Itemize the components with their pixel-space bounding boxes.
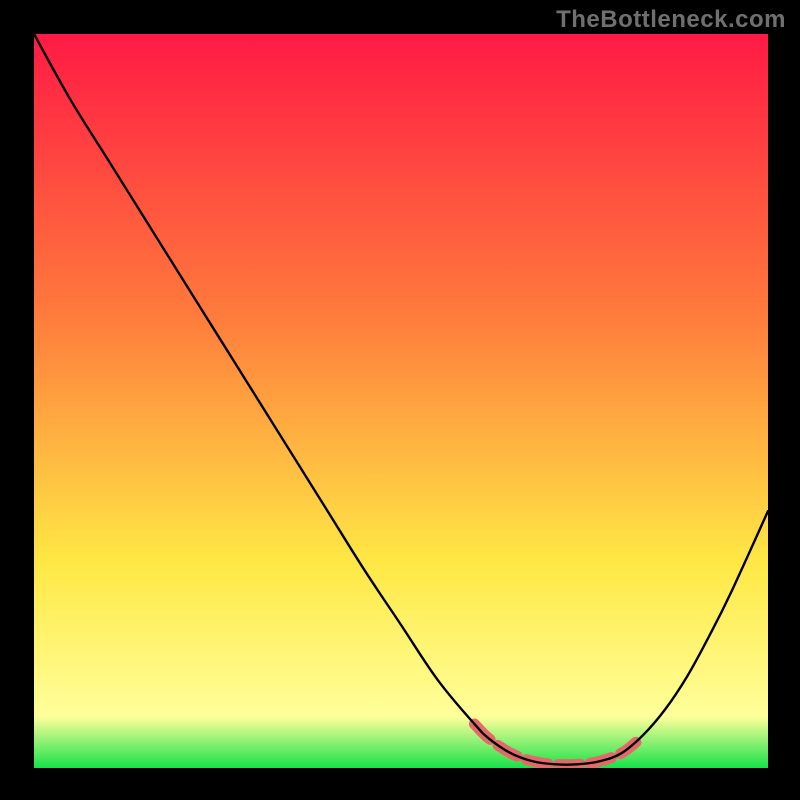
watermark-text: TheBottleneck.com bbox=[556, 6, 786, 34]
gradient-background bbox=[34, 34, 768, 768]
chart-svg bbox=[34, 34, 768, 768]
plot-area bbox=[34, 34, 768, 768]
chart-frame: TheBottleneck.com bbox=[0, 0, 800, 800]
